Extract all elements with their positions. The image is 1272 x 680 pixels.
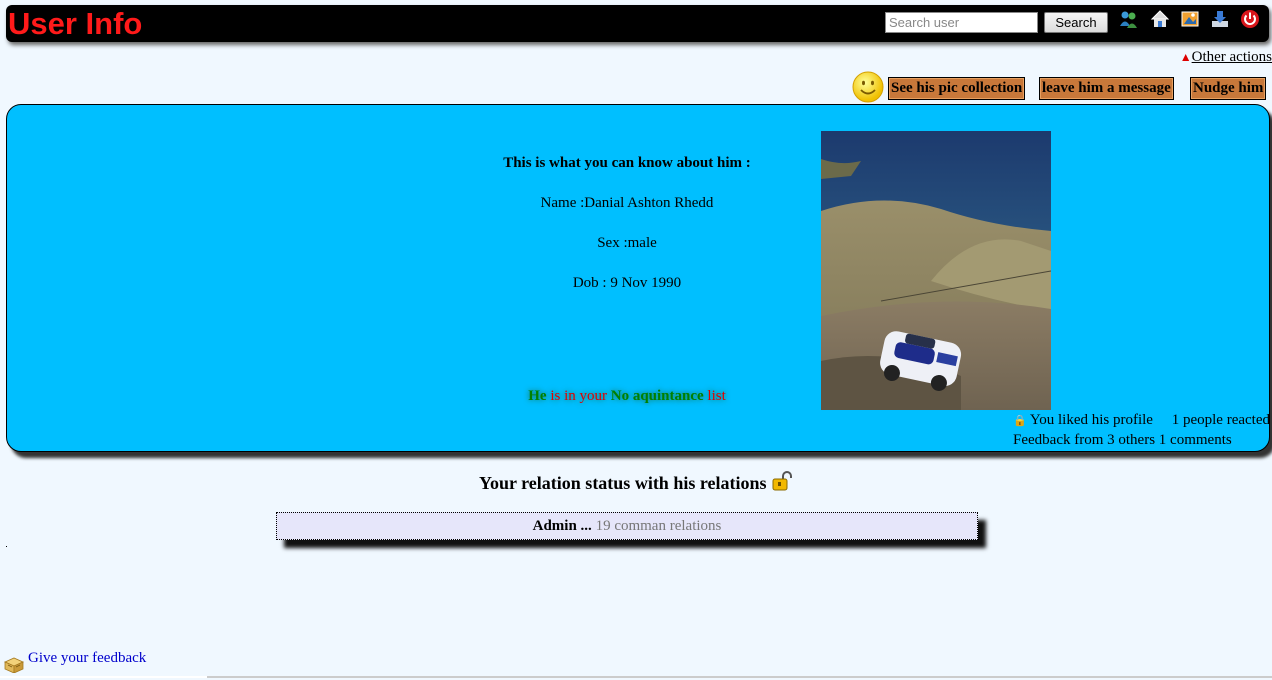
power-icon[interactable] bbox=[1240, 9, 1260, 29]
search-button[interactable]: Search bbox=[1044, 12, 1108, 33]
relation-count: 19 comman relations bbox=[591, 518, 722, 534]
relations-title-text: Your relation status with his relations bbox=[478, 473, 767, 493]
relation-row[interactable]: Admin ... 19 comman relations bbox=[276, 512, 978, 540]
feedback-box-icon bbox=[4, 657, 24, 673]
bottom-divider bbox=[0, 676, 1272, 678]
profile-name: Name :Danial Ashton Rhedd bbox=[540, 195, 714, 211]
likes-line: 🔒 You liked his profile 1 people reacted bbox=[1013, 412, 1270, 429]
stray-dot bbox=[6, 546, 7, 547]
nudge-button[interactable]: Nudge him bbox=[1190, 77, 1267, 100]
profile-dob: Dob : 9 Nov 1990 bbox=[572, 275, 682, 291]
download-icon[interactable] bbox=[1210, 9, 1230, 29]
lock-icon: 🔒 bbox=[1013, 415, 1027, 427]
unlock-icon bbox=[772, 471, 793, 491]
reacted-count[interactable]: 1 people reacted bbox=[1172, 412, 1270, 428]
acquaintance-status: He is in your No aquintance list bbox=[477, 388, 777, 405]
page-title: User Info bbox=[8, 6, 143, 41]
triangle-up-icon: ▲ bbox=[1179, 50, 1192, 64]
smiley-icon bbox=[852, 71, 884, 103]
other-actions-link[interactable]: Other actions bbox=[1192, 49, 1272, 65]
liked-text: You liked his profile bbox=[1029, 412, 1153, 428]
profile-heading: This is what you can know about him : bbox=[503, 155, 751, 171]
give-feedback-link[interactable]: Give your feedback bbox=[28, 650, 146, 667]
top-bar: User Info Search bbox=[6, 5, 1269, 42]
other-actions: ▲Other actions bbox=[1180, 49, 1272, 66]
profile-panel: This is what you can know about him : Na… bbox=[6, 104, 1270, 452]
profile-sex: Sex :male bbox=[597, 235, 657, 251]
pic-collection-button[interactable]: See his pic collection bbox=[888, 77, 1026, 100]
acq-subject: He bbox=[528, 388, 547, 404]
users-icon[interactable] bbox=[1119, 9, 1139, 29]
home-icon[interactable] bbox=[1150, 9, 1170, 29]
acq-mid: is in your bbox=[546, 388, 611, 404]
acq-end: list bbox=[703, 388, 726, 404]
photo-icon[interactable] bbox=[1180, 9, 1200, 29]
relations-title: Your relation status with his relations bbox=[0, 471, 1272, 494]
acq-list-name: No aquintance bbox=[610, 388, 704, 404]
feedback-summary[interactable]: Feedback from 3 others 1 comments bbox=[1013, 432, 1232, 449]
search-input[interactable] bbox=[885, 12, 1038, 33]
relation-name[interactable]: Admin ... bbox=[533, 518, 592, 534]
profile-photo bbox=[821, 131, 1051, 410]
leave-message-button[interactable]: leave him a message bbox=[1039, 77, 1174, 100]
